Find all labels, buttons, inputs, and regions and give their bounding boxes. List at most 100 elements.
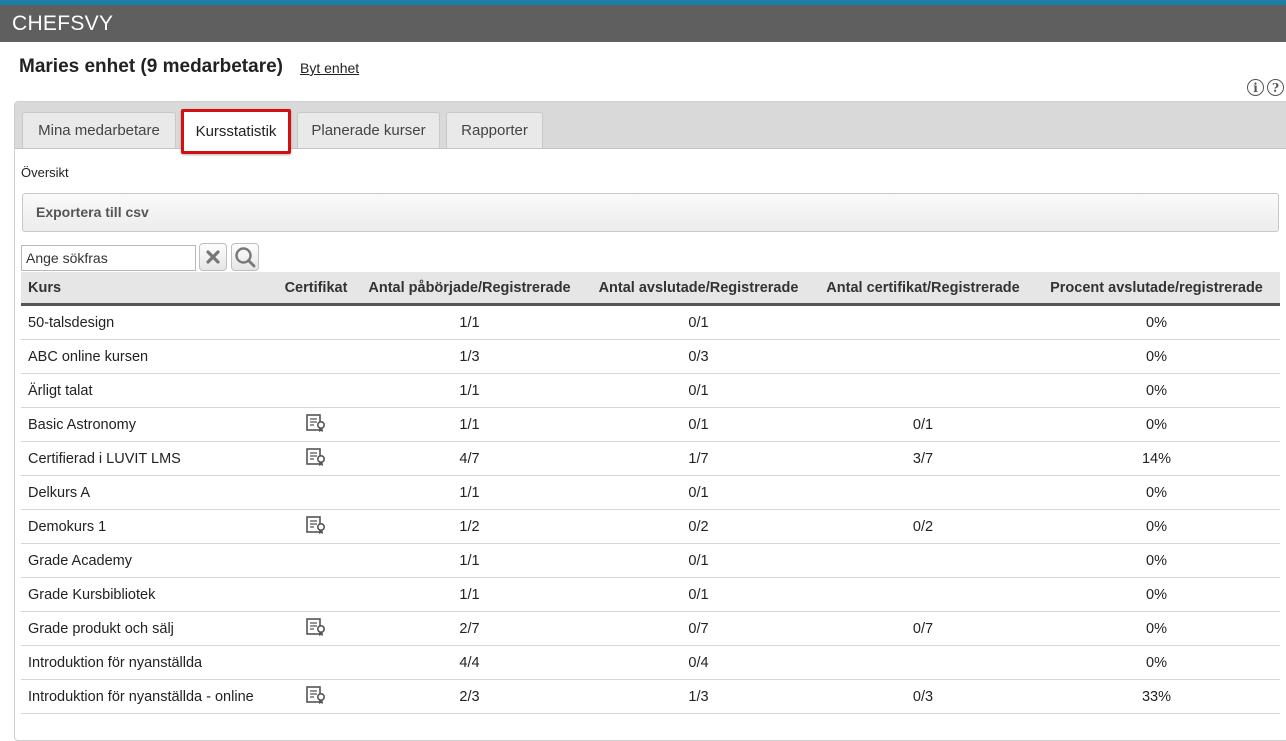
started-cell: 2/3 bbox=[355, 679, 584, 714]
certificate-cell bbox=[277, 373, 355, 408]
percent-cell: 0% bbox=[1033, 475, 1280, 510]
percent-cell: 0% bbox=[1033, 304, 1280, 340]
tab-kursstatistik[interactable]: Kursstatistik bbox=[181, 109, 291, 154]
certs-cell: 0/2 bbox=[813, 509, 1033, 544]
certificate-cell bbox=[277, 645, 355, 680]
percent-cell: 0% bbox=[1033, 611, 1280, 646]
course-name: Grade Kursbibliotek bbox=[21, 577, 277, 612]
certificate-icon bbox=[305, 685, 327, 709]
started-cell: 1/1 bbox=[355, 577, 584, 612]
col-header-kurs[interactable]: Kurs bbox=[21, 272, 277, 306]
certificate-cell bbox=[277, 509, 355, 544]
certificate-cell bbox=[277, 611, 355, 646]
certs-cell: 0/7 bbox=[813, 611, 1033, 646]
search-input[interactable] bbox=[21, 245, 196, 271]
tab-planerade-kurser[interactable]: Planerade kurser bbox=[297, 112, 440, 148]
certs-cell bbox=[813, 373, 1033, 408]
section-title: Översikt bbox=[21, 165, 69, 180]
col-header-completed[interactable]: Antal avslutade/Registrerade bbox=[584, 272, 813, 306]
completed-cell: 0/1 bbox=[584, 475, 813, 510]
app-title: CHEFSVY bbox=[0, 5, 1286, 42]
tab-rapporter[interactable]: Rapporter bbox=[446, 112, 543, 148]
export-csv-button[interactable]: Exportera till csv bbox=[22, 193, 1279, 232]
table-row: Introduktion för nyanställda - online 2/3… bbox=[21, 679, 1280, 714]
course-name: Introduktion för nyanställda bbox=[21, 645, 277, 680]
course-name: Grade produkt och sälj bbox=[21, 611, 277, 646]
course-name: Demokurs 1 bbox=[21, 509, 277, 544]
table-row: Delkurs A 1/1 0/1 0% bbox=[21, 475, 1280, 510]
certificate-icon bbox=[305, 413, 327, 437]
completed-cell: 0/1 bbox=[584, 373, 813, 408]
course-name: Certifierad i LUVIT LMS bbox=[21, 441, 277, 476]
completed-cell: 0/3 bbox=[584, 339, 813, 374]
percent-cell: 0% bbox=[1033, 373, 1280, 408]
percent-cell: 0% bbox=[1033, 509, 1280, 544]
certs-cell: 0/3 bbox=[813, 679, 1033, 714]
started-cell: 2/7 bbox=[355, 611, 584, 646]
certs-cell bbox=[813, 339, 1033, 374]
certificate-cell bbox=[277, 577, 355, 612]
certificate-icon bbox=[305, 515, 327, 539]
help-icon[interactable]: ? bbox=[1267, 79, 1284, 96]
certificate-cell bbox=[277, 407, 355, 442]
course-stats-table: Kurs Certifikat Antal påbörjade/Registre… bbox=[21, 272, 1280, 714]
info-icon[interactable]: i bbox=[1247, 79, 1264, 96]
help-icons: i ? bbox=[1247, 79, 1284, 96]
table-row: Grade Kursbibliotek 1/1 0/1 0% bbox=[21, 577, 1280, 612]
started-cell: 1/1 bbox=[355, 304, 584, 340]
col-header-certifikat[interactable]: Certifikat bbox=[277, 272, 355, 306]
certificate-cell bbox=[277, 679, 355, 714]
table-row: Ärligt talat 1/1 0/1 0% bbox=[21, 373, 1280, 408]
percent-cell: 0% bbox=[1033, 577, 1280, 612]
certs-cell bbox=[813, 475, 1033, 510]
certificate-cell bbox=[277, 475, 355, 510]
completed-cell: 1/7 bbox=[584, 441, 813, 476]
certificate-icon bbox=[305, 617, 327, 641]
percent-cell: 0% bbox=[1033, 543, 1280, 578]
certificate-icon bbox=[305, 447, 327, 471]
percent-cell: 0% bbox=[1033, 407, 1280, 442]
certs-cell bbox=[813, 645, 1033, 680]
started-cell: 1/3 bbox=[355, 339, 584, 374]
col-header-certs[interactable]: Antal certifikat/Registrerade bbox=[813, 272, 1033, 306]
certificate-cell bbox=[277, 441, 355, 476]
certificate-cell bbox=[277, 543, 355, 578]
completed-cell: 0/7 bbox=[584, 611, 813, 646]
course-name: Grade Academy bbox=[21, 543, 277, 578]
course-name: Delkurs A bbox=[21, 475, 277, 510]
change-unit-link[interactable]: Byt enhet bbox=[300, 60, 359, 76]
tab-mina-medarbetare[interactable]: Mina medarbetare bbox=[22, 112, 176, 148]
col-header-started[interactable]: Antal påbörjade/Registrerade bbox=[355, 272, 584, 306]
course-name: ABC online kursen bbox=[21, 339, 277, 374]
certs-cell bbox=[813, 543, 1033, 578]
certs-cell bbox=[813, 577, 1033, 612]
table-row: Demokurs 1 1/2 0/2 0/2 0% bbox=[21, 509, 1280, 544]
started-cell: 1/1 bbox=[355, 475, 584, 510]
clear-search-button[interactable] bbox=[199, 243, 227, 271]
percent-cell: 0% bbox=[1033, 645, 1280, 680]
started-cell: 4/7 bbox=[355, 441, 584, 476]
table-row: ABC online kursen 1/3 0/3 0% bbox=[21, 339, 1280, 374]
completed-cell: 0/1 bbox=[584, 407, 813, 442]
completed-cell: 0/1 bbox=[584, 304, 813, 340]
started-cell: 1/1 bbox=[355, 407, 584, 442]
completed-cell: 0/1 bbox=[584, 543, 813, 578]
course-name: Basic Astronomy bbox=[21, 407, 277, 442]
table-row: Certifierad i LUVIT LMS 4/7 1/7 3/7 14% bbox=[21, 441, 1280, 476]
certs-cell: 3/7 bbox=[813, 441, 1033, 476]
table-row: Grade produkt och sälj 2/7 0/7 0/7 0% bbox=[21, 611, 1280, 646]
table-row: Basic Astronomy 1/1 0/1 0/1 0% bbox=[21, 407, 1280, 442]
table-row: 50-talsdesign 1/1 0/1 0% bbox=[21, 304, 1280, 340]
completed-cell: 0/1 bbox=[584, 577, 813, 612]
started-cell: 1/1 bbox=[355, 543, 584, 578]
started-cell: 4/4 bbox=[355, 645, 584, 680]
course-name: 50-talsdesign bbox=[21, 304, 277, 340]
completed-cell: 0/2 bbox=[584, 509, 813, 544]
percent-cell: 14% bbox=[1033, 441, 1280, 476]
col-header-percent[interactable]: Procent avslutade/registrerade bbox=[1033, 272, 1280, 306]
table-row: Introduktion för nyanställda 4/4 0/4 0% bbox=[21, 645, 1280, 680]
certificate-cell bbox=[277, 304, 355, 340]
certs-cell: 0/1 bbox=[813, 407, 1033, 442]
percent-cell: 0% bbox=[1033, 339, 1280, 374]
search-button[interactable] bbox=[231, 243, 259, 271]
